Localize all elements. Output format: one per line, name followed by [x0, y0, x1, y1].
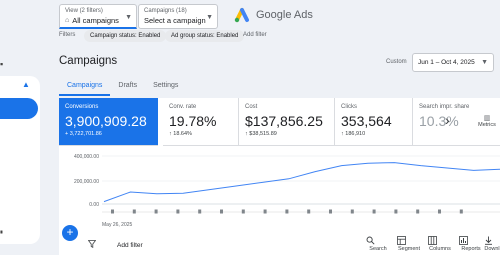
scorecard-conv-rate[interactable]: Conv. rate 19.78% ↑ 18.64%: [163, 98, 239, 146]
x-start-label: May 26, 2025: [102, 222, 133, 228]
toolbar-download-label: Downl: [484, 246, 500, 252]
campaign-selector-value: Select a campaign: [144, 16, 206, 25]
add-filter-button[interactable]: Add filter: [117, 242, 143, 249]
annotation-marker[interactable]: [394, 209, 398, 214]
sidebar-menu-icon[interactable]: ▪: [0, 59, 3, 69]
sidebar-nav: ▲ ▪: [0, 76, 40, 244]
toolbar-segment[interactable]: Segment: [397, 236, 421, 252]
view-selector-caption: View (2 filters): [65, 8, 103, 14]
scorecard-conversions[interactable]: Conversions 3,900,909.28 + 3,722,701.86: [59, 98, 158, 146]
search-icon: [366, 236, 375, 245]
date-range-type: Custom: [386, 59, 407, 65]
y-tick-label: 0.00: [89, 202, 99, 208]
toolbar-segment-label: Segment: [397, 246, 420, 252]
annotation-marker[interactable]: [372, 209, 376, 214]
annotation-marker[interactable]: [285, 209, 289, 214]
tab-settings[interactable]: Settings: [145, 78, 186, 96]
scorecard-label: Cost: [245, 104, 258, 110]
annotation-marker[interactable]: [220, 209, 223, 214]
annotation-marker[interactable]: [459, 209, 463, 214]
campaign-selector-caption: Campaigns (18): [144, 8, 187, 14]
scorecard-cost[interactable]: Cost $137,856.25 ↑ $38,515.89: [239, 98, 335, 146]
annotation-marker[interactable]: [329, 209, 332, 214]
scorecard-label: Conversions: [65, 104, 99, 110]
sidebar-item-active[interactable]: [0, 98, 38, 119]
reports-icon: [459, 236, 468, 245]
scorecard-label: Conv. rate: [169, 104, 197, 110]
scorecard-clicks[interactable]: Clicks 353,564 ↑ 186,910: [335, 98, 413, 146]
performance-chart: 400,000.00 200,000.00 0.00 May 26, 2025: [74, 154, 500, 228]
toolbar-columns-label: Columns: [429, 246, 451, 252]
annotation-marker[interactable]: [307, 209, 311, 214]
create-button[interactable]: +: [62, 225, 78, 241]
toolbar-download[interactable]: Downl: [484, 236, 500, 252]
scorecard-value: 19.78%: [169, 113, 217, 129]
annotation-marker[interactable]: [416, 209, 420, 214]
filter-view-icon: ⌂: [65, 17, 70, 24]
date-range-picker[interactable]: Jun 1 – Oct 4, 2025 ▼: [412, 53, 494, 72]
download-icon: [485, 236, 492, 245]
dropdown-arrow-icon: ▼: [481, 59, 488, 66]
annotation-marker[interactable]: [154, 209, 158, 214]
view-selector[interactable]: View (2 filters) ⌂ All campaigns ▼: [59, 4, 137, 29]
annotation-marker[interactable]: [350, 209, 354, 214]
filter-chip-ad-group-status[interactable]: Ad group status: Enabled: [165, 30, 245, 42]
bar-chart-icon: ▥: [483, 115, 491, 122]
scorecard-change: + 3,722,701.86: [65, 131, 102, 137]
brand-name: Google Ads: [256, 9, 313, 21]
sidebar-bullet-icon: ▪: [0, 228, 3, 237]
google-ads-logo-icon: [234, 8, 249, 23]
metrics-button-label: Metrics: [478, 122, 496, 128]
tab-drafts[interactable]: Drafts: [110, 78, 145, 96]
annotation-marker[interactable]: [241, 209, 245, 214]
annotation-marker[interactable]: [438, 209, 441, 214]
scorecard-change: $38,515.89: [249, 131, 277, 137]
scorecard-change: 18.64%: [173, 131, 192, 137]
toolbar-search-label: Search: [369, 246, 387, 252]
dropdown-arrow-icon: ▼: [125, 14, 132, 21]
segment-icon: [397, 236, 406, 245]
campaign-selector[interactable]: Campaigns (18) Select a campaign ▼: [138, 4, 218, 29]
scorecard-label: Search impr. share: [419, 104, 470, 110]
dropdown-arrow-icon: ▼: [206, 14, 213, 21]
performance-panel: Conversions 3,900,909.28 + 3,722,701.86 …: [59, 98, 500, 255]
tab-campaigns[interactable]: Campaigns: [59, 78, 111, 96]
annotation-marker[interactable]: [132, 209, 136, 214]
series-line: [103, 162, 500, 203]
toolbar-columns[interactable]: Columns: [428, 236, 452, 252]
filter-icon[interactable]: [88, 240, 96, 248]
annotation-marker[interactable]: [176, 209, 180, 214]
toolbar-reports[interactable]: Reports: [459, 236, 483, 252]
annotation-markers: [111, 209, 463, 214]
sidebar: ▪ ▲ ▪ ▪: [0, 0, 46, 255]
view-selector-value: All campaigns: [72, 16, 119, 25]
add-filter-link[interactable]: Add filter: [243, 32, 267, 38]
y-tick-label: 200,000.00: [74, 179, 99, 185]
scorecard-label: Clicks: [341, 104, 357, 110]
tab-bar: Campaigns Drafts Settings: [59, 78, 186, 98]
toolbar-search[interactable]: Search: [366, 236, 390, 252]
filter-chip-campaign-status[interactable]: Campaign status: Enabled: [84, 30, 167, 42]
chevron-right-icon[interactable]: ›: [445, 112, 450, 128]
scorecard-value: 3,900,909.28: [65, 113, 147, 129]
scorecard-value: $137,856.25: [245, 113, 323, 129]
scorecard-value: 353,564: [341, 113, 392, 129]
annotation-marker[interactable]: [263, 209, 267, 214]
filters-label: Filters: [59, 32, 76, 38]
toolbar-reports-label: Reports: [461, 246, 481, 252]
annotation-marker[interactable]: [198, 209, 202, 214]
annotation-marker[interactable]: [111, 209, 114, 214]
y-tick-label: 400,000.00: [74, 154, 99, 160]
metrics-button[interactable]: ▥ Metrics: [474, 114, 500, 132]
chevron-up-icon[interactable]: ▲: [22, 80, 30, 89]
scorecard-change: 186,910: [345, 131, 366, 137]
columns-icon: [428, 236, 437, 245]
date-range-value: Jun 1 – Oct 4, 2025: [418, 59, 475, 66]
page-title: Campaigns: [59, 55, 118, 67]
